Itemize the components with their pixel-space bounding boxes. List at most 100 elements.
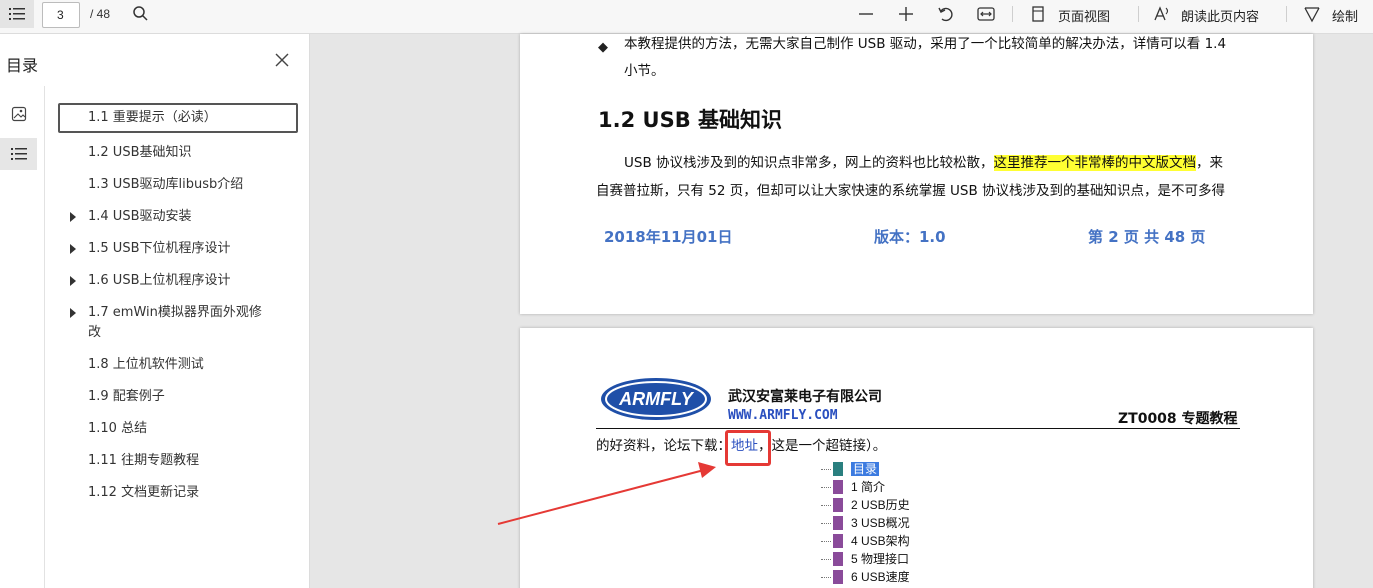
company-name: 武汉安富莱电子有限公司 [728, 389, 882, 405]
rotate-icon [938, 7, 953, 22]
plus-icon [899, 7, 913, 21]
read-aloud-icon [1154, 6, 1169, 21]
toc-item[interactable]: 1.12 文档更新记录 [58, 477, 298, 509]
body-text-segment: 的好资料，论坛下载： [596, 438, 731, 454]
minus-icon [859, 13, 873, 15]
draw-icon [1304, 7, 1320, 23]
toc-item[interactable]: 1.3 USB驱动库libusb介绍 [58, 169, 298, 201]
toc-item[interactable]: 1.8 上位机软件测试 [58, 349, 298, 381]
bullet-icon: ◆ [598, 40, 608, 55]
bookmark-label: 5 物理接口 [851, 552, 910, 566]
toolbar-divider [1286, 6, 1287, 22]
page-number-input[interactable]: 3 [42, 2, 80, 28]
bookmark-label: 2 USB历史 [851, 498, 910, 512]
toc-item-label: 1.9 配套例子 [88, 389, 165, 404]
toc-item[interactable]: 1.5 USB下位机程序设计 [58, 233, 298, 265]
toc-item[interactable]: 1.7 emWin模拟器界面外观修改 [58, 297, 298, 349]
bookmark-row: 目录 [821, 460, 910, 478]
logo-text: ARMFLY [618, 389, 695, 409]
bookmark-label: 1 简介 [851, 480, 886, 494]
panel-title: 目录 [6, 56, 39, 75]
bookmark-row: 6 USB速度 [821, 568, 910, 586]
expand-arrow-icon[interactable] [70, 212, 76, 222]
search-icon [133, 6, 148, 21]
document-page: ARMFLY 武汉安富莱电子有限公司 WWW.ARMFLY.COM ZT0008… [520, 328, 1313, 588]
close-panel-button[interactable] [274, 52, 290, 68]
footer-date: 2018年11月01日 [604, 228, 733, 246]
read-aloud-button[interactable]: 朗读此页内容 [1181, 6, 1259, 25]
list-icon [10, 148, 27, 160]
page-view-icon-wrap[interactable] [1028, 4, 1048, 24]
page-view-button[interactable]: 页面视图 [1058, 6, 1110, 25]
body-text: 本教程提供的方法，无需大家自己制作 USB 驱动，采用了一个比较简单的解决办法，… [624, 36, 1227, 52]
draw-button[interactable]: 绘制 [1332, 6, 1358, 25]
search-button[interactable] [132, 5, 150, 23]
close-icon [275, 53, 289, 67]
zoom-in-button[interactable] [896, 4, 916, 24]
bookmark-row: 4 USB架构 [821, 532, 910, 550]
image-icon [11, 106, 26, 122]
fit-width-button[interactable] [976, 4, 996, 24]
toc-item[interactable]: 1.11 往期专题教程 [58, 445, 298, 477]
expand-arrow-icon[interactable] [70, 276, 76, 286]
toc-item-label: 1.10 总结 [88, 421, 148, 436]
page-total: / 48 [90, 7, 111, 21]
section-heading: 1.2 USB 基础知识 [598, 108, 783, 132]
body-text-segment: USB 协议栈涉及到的知识点非常多，网上的资料也比较松散， [624, 155, 994, 171]
toc-item-label: 改 [88, 325, 102, 340]
contents-tab[interactable] [0, 138, 37, 170]
toc-item-label: 1.11 往期专题教程 [88, 453, 200, 468]
footer-version: 版本：1.0 [874, 228, 946, 246]
toc-item[interactable]: 1.6 USB上位机程序设计 [58, 265, 298, 297]
read-aloud-icon-wrap[interactable] [1152, 4, 1172, 24]
panel-rail [0, 86, 45, 588]
header-divider [596, 428, 1240, 429]
bookmark-label: 目录 [851, 462, 880, 476]
zoom-out-button[interactable] [856, 4, 876, 24]
toc-item-label: 1.12 文档更新记录 [88, 485, 200, 500]
bookmark-icon [833, 552, 843, 566]
toc-item-label: 1.3 USB驱动库libusb介绍 [88, 177, 244, 192]
contents-panel: 目录 1.1 重要提示（必读） 1.2 USB基础知识 1.3 USB驱动库li… [0, 34, 310, 588]
footer-page-number: 第 2 页 共 48 页 [1088, 228, 1206, 246]
toc-list: 1.1 重要提示（必读） 1.2 USB基础知识 1.3 USB驱动库libus… [58, 103, 298, 509]
highlighted-text: 这里推荐一个非常棒的中文版文档 [993, 155, 1197, 171]
rotate-button[interactable] [936, 4, 956, 24]
bookmark-label: 6 USB速度 [851, 570, 910, 584]
toolbar-divider [1012, 6, 1013, 22]
body-text: USB 协议栈涉及到的知识点非常多，网上的资料也比较松散，这里推荐一个非常棒的中… [624, 149, 1223, 177]
toc-item[interactable]: 1.1 重要提示（必读） [58, 103, 298, 133]
toc-item-label: 1.7 emWin模拟器界面外观修 [88, 305, 262, 320]
bookmark-icon [833, 516, 843, 530]
bookmark-icon [833, 570, 843, 584]
toc-item[interactable]: 1.9 配套例子 [58, 381, 298, 413]
toc-item[interactable]: 1.10 总结 [58, 413, 298, 445]
list-icon [9, 8, 25, 20]
draw-icon-wrap[interactable] [1302, 4, 1322, 24]
bookmark-icon [833, 480, 843, 494]
body-text: 自赛普拉斯，只有 52 页，但却可以让大家快速的系统掌握 USB 协议栈涉及到的… [596, 183, 1226, 199]
toc-item-label: 1.2 USB基础知识 [88, 145, 192, 160]
toc-item-label: 1.6 USB上位机程序设计 [88, 273, 231, 288]
toc-item-label: 1.5 USB下位机程序设计 [88, 241, 231, 256]
bookmark-row: 5 物理接口 [821, 550, 910, 568]
thumbnails-tab[interactable] [0, 98, 37, 130]
document-code: ZT0008 专题教程 [1118, 411, 1238, 427]
body-text: 小节。 [624, 63, 665, 79]
toc-item[interactable]: 1.4 USB驱动安装 [58, 201, 298, 233]
bookmark-icon [833, 534, 843, 548]
fit-width-icon [977, 7, 995, 21]
expand-arrow-icon[interactable] [70, 308, 76, 318]
top-toolbar: 3 / 48 页面视图 朗读此页内容 绘制 [0, 0, 1373, 34]
bookmark-label: 3 USB概况 [851, 516, 910, 530]
toc-item-label: 1.8 上位机软件测试 [88, 357, 204, 372]
bookmark-icon [833, 462, 843, 476]
annotation-highlight-box [725, 430, 771, 466]
contents-toggle-button[interactable] [0, 0, 34, 28]
toc-item[interactable]: 1.2 USB基础知识 [58, 137, 298, 169]
armfly-logo: ARMFLY [601, 378, 711, 420]
bookmark-tree-image: 目录 1 简介 2 USB历史 3 USB概况 4 USB架构 5 物理接口 6… [821, 460, 910, 586]
expand-arrow-icon[interactable] [70, 244, 76, 254]
toolbar-divider [1138, 6, 1139, 22]
website-link[interactable]: WWW.ARMFLY.COM [728, 408, 838, 423]
